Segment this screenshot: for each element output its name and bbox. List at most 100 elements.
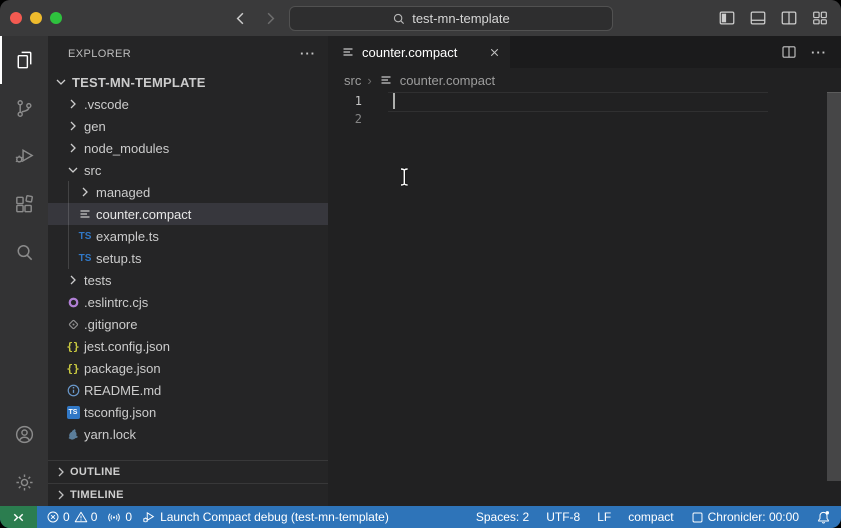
- ibeam-mouse-cursor: [398, 167, 412, 187]
- indent-guide: [68, 181, 69, 269]
- list-file-icon: [340, 44, 356, 60]
- list-file-icon: [378, 72, 394, 88]
- tree-item--vscode[interactable]: .vscode: [48, 93, 328, 115]
- tsconfig-file-icon: TS: [64, 403, 82, 421]
- activity-item-settings[interactable]: [0, 458, 48, 506]
- tree-item-package-json[interactable]: {}package.json: [48, 357, 328, 379]
- close-button[interactable]: [10, 12, 22, 24]
- language-mode-indicator[interactable]: compact: [628, 510, 673, 524]
- tree-item-label: managed: [94, 185, 150, 200]
- activity-item-run-and-debug[interactable]: [0, 132, 48, 180]
- tree-item-test-mn-template[interactable]: TEST-MN-TEMPLATE: [48, 71, 328, 93]
- zoom-button[interactable]: [50, 12, 62, 24]
- tree-item-gen[interactable]: gen: [48, 115, 328, 137]
- indentation-indicator[interactable]: Spaces: 2: [476, 510, 529, 524]
- section-label: OUTLINE: [70, 466, 120, 478]
- explorer-more-actions-icon[interactable]: ···: [300, 47, 316, 60]
- notifications-bell[interactable]: [816, 510, 831, 525]
- encoding-indicator[interactable]: UTF-8: [546, 510, 580, 524]
- tree-item-label: jest.config.json: [82, 339, 170, 354]
- line-number-gutter: 12: [328, 92, 375, 128]
- tree-item--eslintrc-cjs[interactable]: .eslintrc.cjs: [48, 291, 328, 313]
- tree-item-label: README.md: [82, 383, 161, 398]
- extensions-icon: [13, 193, 36, 216]
- customize-layout-icon[interactable]: [811, 9, 829, 27]
- tab-label: counter.compact: [362, 45, 457, 60]
- activity-item-extensions[interactable]: [0, 180, 48, 228]
- back-arrow-icon[interactable]: [230, 7, 250, 29]
- toggle-sidebar-icon[interactable]: [718, 9, 736, 27]
- tree-item-src[interactable]: src: [48, 159, 328, 181]
- tree-item-tsconfig-json[interactable]: TStsconfig.json: [48, 401, 328, 423]
- remote-indicator[interactable]: [0, 506, 37, 528]
- chevron-right-icon: [52, 463, 70, 481]
- ports-count: 0: [125, 510, 132, 524]
- breadcrumb-file[interactable]: counter.compact: [400, 73, 495, 88]
- list-file-icon: [76, 205, 94, 223]
- chronicler-indicator[interactable]: Chronicler: 00:00: [691, 510, 799, 524]
- tree-item-yarn-lock[interactable]: yarn.lock: [48, 423, 328, 445]
- forward-arrow-icon[interactable]: [260, 7, 280, 29]
- json-file-icon: {}: [64, 337, 82, 355]
- current-line-highlight: [388, 92, 768, 112]
- ts-file-icon: TS: [76, 249, 94, 267]
- split-editor-layout-icon[interactable]: [780, 9, 798, 27]
- tree-item-label: package.json: [82, 361, 161, 376]
- gear-icon: [13, 471, 36, 494]
- activity-item-search[interactable]: [0, 228, 48, 276]
- debug-launch-label: Launch Compact debug (test-mn-template): [160, 510, 389, 524]
- tree-item-setup-ts[interactable]: TSsetup.ts: [48, 247, 328, 269]
- status-bar: 0 0 0 Launch Compact debug (test-mn-temp…: [0, 506, 841, 528]
- tree-item-tests[interactable]: tests: [48, 269, 328, 291]
- yarn-file-icon: [64, 425, 82, 443]
- error-count: 0: [63, 510, 70, 524]
- minimize-button[interactable]: [30, 12, 42, 24]
- debug-launch-button[interactable]: Launch Compact debug (test-mn-template): [142, 510, 389, 524]
- command-center-search[interactable]: test-mn-template: [289, 6, 613, 31]
- record-square-icon: [691, 511, 704, 524]
- tree-item-example-ts[interactable]: TSexample.ts: [48, 225, 328, 247]
- search-icon: [392, 12, 406, 26]
- activity-item-accounts[interactable]: [0, 410, 48, 458]
- editor-more-actions-icon[interactable]: ···: [811, 46, 827, 59]
- file-tree: TEST-MN-TEMPLATE .vscode gen node_modulessr…: [48, 71, 328, 460]
- tree-item-readme-md[interactable]: README.md: [48, 379, 328, 401]
- chevron-down-icon: [52, 73, 70, 91]
- tree-item-managed[interactable]: managed: [48, 181, 328, 203]
- problems-indicator[interactable]: 0 0: [46, 510, 97, 524]
- git-file-icon: [64, 315, 82, 333]
- eol-indicator[interactable]: LF: [597, 510, 611, 524]
- code-editor[interactable]: 12: [328, 92, 841, 506]
- ts-file-icon: TS: [76, 227, 94, 245]
- bell-dot-icon: [816, 510, 831, 525]
- debug-play-icon: [142, 510, 156, 524]
- tab-counter-compact[interactable]: counter.compact: [328, 36, 510, 68]
- files-icon: [13, 49, 36, 72]
- toggle-panel-icon[interactable]: [749, 9, 767, 27]
- tree-item-jest-config-json[interactable]: {}jest.config.json: [48, 335, 328, 357]
- activity-item-explorer[interactable]: [0, 36, 48, 84]
- account-icon: [13, 423, 36, 446]
- ports-indicator[interactable]: 0: [107, 510, 132, 524]
- tree-item-label: example.ts: [94, 229, 159, 244]
- section-header-timeline[interactable]: TIMELINE: [48, 483, 328, 506]
- tree-item-node-modules[interactable]: node_modules: [48, 137, 328, 159]
- breadcrumb-folder[interactable]: src: [344, 73, 361, 88]
- warning-icon: [74, 510, 88, 524]
- tree-item-counter-compact[interactable]: counter.compact: [48, 203, 328, 225]
- close-tab-icon[interactable]: [487, 45, 502, 60]
- debug-icon: [13, 145, 36, 168]
- breadcrumb: src › counter.compact: [328, 68, 841, 92]
- vscode-window: test-mn-template EXPLORER ··· TEST-MN-TE…: [0, 0, 841, 528]
- tree-item-label: .vscode: [82, 97, 129, 112]
- eslint-file-icon: [64, 293, 82, 311]
- activity-item-source-control[interactable]: [0, 84, 48, 132]
- search-text: test-mn-template: [412, 11, 510, 26]
- tree-item-label: node_modules: [82, 141, 169, 156]
- tree-item--gitignore[interactable]: .gitignore: [48, 313, 328, 335]
- split-editor-icon[interactable]: [781, 44, 797, 60]
- search-icon: [13, 241, 36, 264]
- section-header-outline[interactable]: OUTLINE: [48, 460, 328, 483]
- editor-scrollbar[interactable]: [827, 92, 841, 481]
- chevron-down-icon: [64, 161, 82, 179]
